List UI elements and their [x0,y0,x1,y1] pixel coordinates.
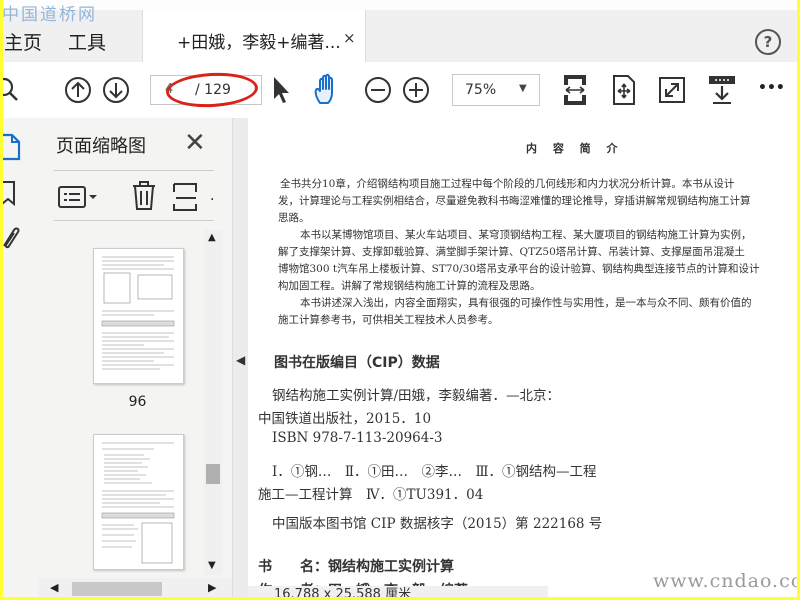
page-size-label: 16.788 x 25.588 厘米 [274,587,412,600]
panel-title: 页面缩略图 [56,136,146,157]
thumbnail-panel: 页面缩略图 ✕ . 96 [38,118,232,600]
menu-home[interactable]: 主页 [4,28,42,55]
close-tab-icon[interactable]: × [343,29,356,47]
more-tools-icon[interactable]: . [210,188,214,204]
cip-line: Ⅰ．①钢… Ⅱ．①田… ②李… Ⅲ．①钢结构—工程 [272,464,597,480]
intro-paragraph-line: 本书以某博物馆项目、某火车站项目、某穹顶钢结构工程、某大厦项目的钢结构施工计算为… [300,229,752,241]
document-view: 内 容 简 介 全书共分10章，介绍钢结构项目施工过程中每个阶段的几何线形和内力… [248,118,800,600]
cip-line: 施工—工程计算 Ⅳ．①TU391．04 [258,487,484,503]
thumbnail-page[interactable] [93,248,184,384]
watermark-bottom: www.cndao.com [653,570,800,592]
scrollbar-thumb[interactable] [206,464,220,484]
zoom-select[interactable]: 75% ▼ [452,74,540,106]
top-fragment: · · · [113,0,132,6]
document-tab-title: +田娥，李毅+编著... [177,33,341,53]
zoom-out-icon[interactable] [364,76,392,104]
thumbnail-content-graphic [101,442,175,564]
scrollbar-thumb[interactable] [72,582,162,596]
delete-page-icon[interactable] [131,180,157,212]
zoom-value: 75% [465,82,497,98]
intro-paragraph-line: 解了支撑架计算、支撑卸载验算、满堂脚手架计算、QTZ50塔吊计算、吊装计算、支撑… [278,246,745,258]
document-tab[interactable]: +田娥，李毅+编著... × [142,10,366,62]
cip-line: ISBN 978-7-113-20964-3 [272,430,443,446]
cip-line: 中国铁道出版社，2015．10 [258,411,432,427]
scroll-down-icon[interactable]: ▼ [208,560,216,571]
next-page-icon[interactable] [102,76,130,104]
zoom-in-icon[interactable] [402,76,430,104]
intro-paragraph-line: 构加固工程。讲解了常规钢结构施工计算的流程及思路。 [278,280,541,292]
rotate-page-icon[interactable] [172,180,200,212]
select-cursor-icon[interactable] [270,75,292,105]
thumbnail-horizontal-scrollbar[interactable]: ◀ ▶ [38,578,232,600]
read-mode-icon[interactable] [707,74,737,106]
previous-page-icon[interactable] [64,76,92,104]
thumbnail-options-icon[interactable] [58,184,100,210]
scroll-up-icon[interactable]: ▲ [208,232,216,243]
cip-heading: 图书在版编目（CIP）数据 [274,355,440,371]
book-title-label: 书 名：钢结构施工实例计算 [258,559,454,575]
intro-paragraph-line: 思路。 [278,212,310,224]
menu-tools[interactable]: 工具 [68,28,106,55]
page-thumbnails-icon[interactable] [0,132,22,162]
window-top-strip: · · · [0,0,800,10]
intro-paragraph-line: 博物馆300 t汽车吊上楼板计算、ST70/30塔吊支承平台的设计验算、钢结构典… [278,263,760,275]
more-options-icon[interactable]: ••• [758,80,785,96]
thumbnail-vertical-scrollbar[interactable]: ▲ ▼ [204,230,222,575]
collapse-panel-icon[interactable]: ◀ [236,353,245,367]
thumbnail-page[interactable] [93,434,184,570]
scroll-right-icon[interactable]: ▶ [208,581,216,594]
fit-page-icon[interactable] [610,74,638,106]
intro-paragraph-line: 全书共分10章，介绍钢结构项目施工过程中每个阶段的几何线形和内力状况分析计算。本… [280,178,735,190]
attachment-icon[interactable] [0,222,22,252]
panel-divider-2 [54,220,214,221]
panel-divider [54,170,214,171]
thumbnail-page-number: 96 [128,394,147,410]
full-screen-icon[interactable] [658,76,686,104]
chevron-down-icon: ▼ [519,83,527,94]
thumbnail-content-graphic [101,256,175,370]
bookmark-icon[interactable] [0,180,20,208]
menu-bar: 主页 工具 [0,10,800,62]
status-bar: 16.788 x 25.588 厘米 [248,586,548,600]
cip-line: 钢结构施工实例计算/田娥，李毅编著．—北京： [272,388,561,404]
hand-tool-icon[interactable] [312,73,344,107]
cip-line: 中国版本图书馆 CIP 数据核字（2015）第 222168 号 [272,516,603,532]
help-icon[interactable]: ? [755,29,781,55]
intro-title: 内 容 简 介 [526,142,624,155]
search-icon[interactable] [0,76,22,104]
intro-paragraph-line: 发，计算理论与工程实例相结合，尽量避免教科书晦涩难懂的理论推导，穿插讲解常规钢结… [278,195,751,207]
intro-paragraph-line: 施工计算参考书，可供相关工程技术人员参考。 [278,314,499,326]
scroll-left-icon[interactable]: ◀ [50,581,58,594]
close-panel-icon[interactable]: ✕ [184,128,206,158]
intro-paragraph-line: 本书讲述深入浅出，内容全面翔实，具有很强的可操作性与实用性，是一本与众不同、颇有… [300,297,752,309]
watermark-top: 中国道桥网 [2,5,97,25]
thumbnail-list: 96 [38,228,206,573]
fit-width-icon[interactable] [560,72,590,108]
